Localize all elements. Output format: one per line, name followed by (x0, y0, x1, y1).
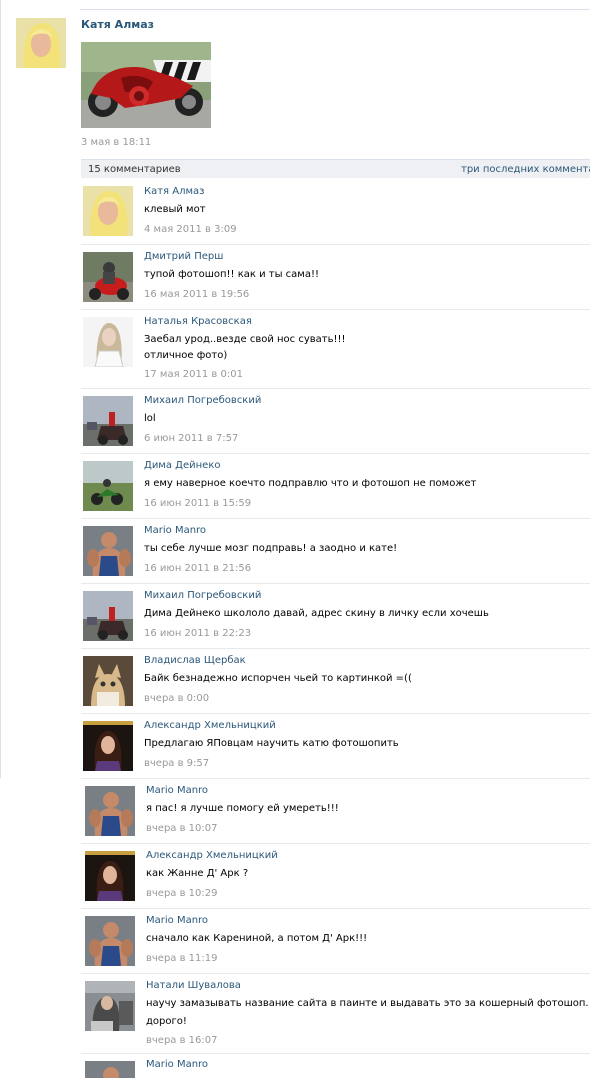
comments-count: 15 комментариев (88, 164, 181, 175)
comment-author[interactable]: Александр Хмельницкий (146, 850, 278, 861)
comment-author[interactable]: Катя Алмаз (144, 186, 204, 197)
comment-item: Дмитрий Перш тупой фотошоп!! как и ты са… (81, 244, 590, 309)
comment-avatar[interactable] (85, 786, 135, 836)
comment-author[interactable]: Натали Шувалова (146, 980, 241, 991)
comment-date[interactable]: 16 июн 2011 в 22:23 (144, 628, 251, 639)
comment-item: Натали Шувалова научу замазывать названи… (81, 973, 590, 1053)
comment-item: Mario Manro сначало как Карениной, а пот… (81, 908, 590, 973)
comment-date[interactable]: 4 мая 2011 в 3:09 (144, 224, 237, 235)
comment-text: Предлагаю ЯПовцам научить катю фотошопит… (144, 738, 399, 749)
comment-item: Михаил Погребовский Дима Дейнеко школоло… (81, 583, 590, 648)
comment-author[interactable]: Дима Дейнеко (144, 460, 220, 471)
comment-author[interactable]: Наталья Красовская (144, 316, 252, 327)
comment-item: Катя Алмаз клевый мот 4 мая 2011 в 3:09 (81, 182, 590, 241)
comment-avatar[interactable] (83, 721, 133, 771)
comment-avatar[interactable] (83, 461, 133, 511)
comment-author[interactable]: Михаил Погребовский (144, 590, 261, 601)
comment-text: ты себе лучше мозг подправь! а заодно и … (144, 543, 398, 554)
comment-text: Дима Дейнеко школоло давай, адрес скину … (144, 608, 489, 619)
comment-avatar[interactable] (85, 1061, 135, 1078)
comment-text: научу замазывать название сайта в паинте… (146, 998, 589, 1009)
comment-avatar[interactable] (83, 396, 133, 446)
comment-text: клевый мот (144, 204, 206, 215)
comment-item: Mario Manro (81, 1053, 590, 1078)
comment-date[interactable]: 16 июн 2011 в 21:56 (144, 563, 251, 574)
comment-avatar[interactable] (83, 591, 133, 641)
comment-text-line2: дорого! (146, 1016, 187, 1027)
comment-author[interactable]: Александр Хмельницкий (144, 720, 276, 731)
comment-avatar[interactable] (85, 916, 135, 966)
comment-date[interactable]: 16 мая 2011 в 19:56 (144, 289, 249, 300)
comment-avatar[interactable] (83, 317, 133, 367)
comment-author[interactable]: Дмитрий Перш (144, 251, 223, 262)
left-border (0, 0, 1, 778)
comment-item: Александр Хмельницкий как Жанне Д' Арк ?… (81, 843, 590, 908)
comment-item: Александр Хмельницкий Предлагаю ЯПовцам … (81, 713, 590, 778)
top-divider (80, 9, 590, 10)
comment-text: тупой фотошоп!! как и ты сама!! (144, 269, 319, 280)
comment-author[interactable]: Mario Manro (146, 915, 208, 926)
comment-item: Дима Дейнеко я ему наверное коечто подпр… (81, 453, 590, 518)
post-author-name[interactable]: Катя Алмаз (81, 18, 154, 31)
comment-text: lol (144, 413, 156, 424)
comment-date[interactable]: 17 мая 2011 в 0:01 (144, 369, 243, 380)
comment-date[interactable]: вчера в 11:19 (146, 953, 218, 964)
comment-text: я ему наверное коечто подправлю что и фо… (144, 478, 477, 489)
post-author-avatar[interactable] (16, 18, 66, 68)
comment-avatar[interactable] (83, 526, 133, 576)
post-date[interactable]: 3 мая в 18:11 (81, 137, 151, 148)
comment-avatar[interactable] (83, 186, 133, 236)
comment-text: сначало как Карениной, а потом Д' Арк!!! (146, 933, 368, 944)
comments-header: 15 комментариев три последних комментар (81, 159, 590, 178)
post-photo[interactable] (81, 42, 211, 128)
comment-date[interactable]: вчера в 0:00 (144, 693, 209, 704)
comment-item: Наталья Красовская Заебал урод..везде св… (81, 309, 590, 388)
comment-avatar[interactable] (83, 656, 133, 706)
comment-author[interactable]: Mario Manro (144, 525, 206, 536)
comment-date[interactable]: вчера в 16:07 (146, 1035, 218, 1046)
comment-item: Mario Manro ты себе лучше мозг подправь!… (81, 518, 590, 583)
comment-avatar[interactable] (85, 851, 135, 901)
comment-author[interactable]: Mario Manro (146, 785, 208, 796)
comment-item: Михаил Погребовский lol 6 июн 2011 в 7:5… (81, 388, 590, 453)
comment-author[interactable]: Владислав Щербак (144, 655, 246, 666)
comment-date[interactable]: вчера в 10:07 (146, 823, 218, 834)
comment-text: Байк безнадежно испорчен чьей то картинк… (144, 673, 412, 684)
comment-author[interactable]: Mario Manro (146, 1059, 208, 1070)
comment-date[interactable]: 6 июн 2011 в 7:57 (144, 433, 238, 444)
comment-avatar[interactable] (83, 252, 133, 302)
comment-text: Заебал урод..везде свой нос сувать!!! (144, 334, 346, 345)
comment-item: Mario Manro я пас! я лучше помогу ей уме… (81, 778, 590, 843)
show-last-comments-link[interactable]: три последних комментар (461, 164, 590, 175)
comment-item: Владислав Щербак Байк безнадежно испорче… (81, 648, 590, 713)
comment-author[interactable]: Михаил Погребовский (144, 395, 261, 406)
comment-date[interactable]: вчера в 9:57 (144, 758, 209, 769)
comment-text-line2: отличное фото) (144, 350, 228, 361)
comment-date[interactable]: вчера в 10:29 (146, 888, 218, 899)
comment-date[interactable]: 16 июн 2011 в 15:59 (144, 498, 251, 509)
comment-text: как Жанне Д' Арк ? (146, 868, 249, 879)
comment-text: я пас! я лучше помогу ей умереть!!! (146, 803, 339, 814)
comment-avatar[interactable] (85, 981, 135, 1031)
